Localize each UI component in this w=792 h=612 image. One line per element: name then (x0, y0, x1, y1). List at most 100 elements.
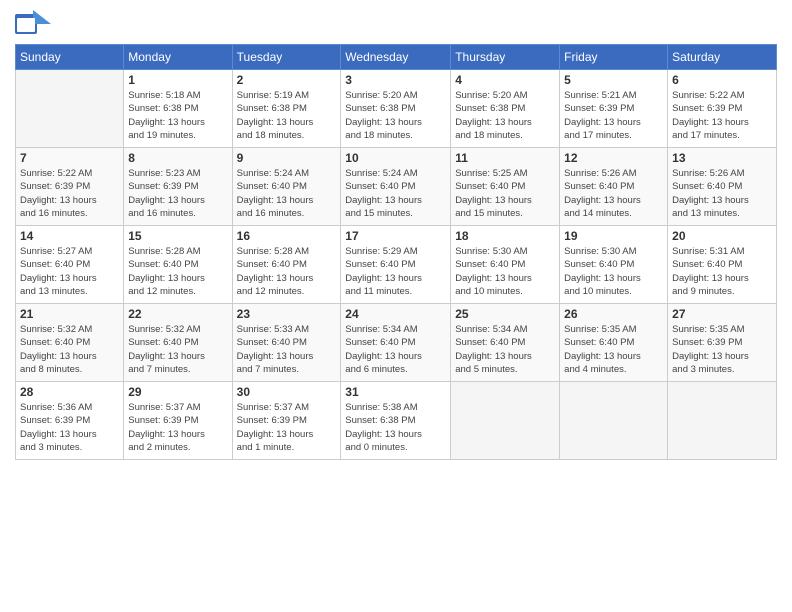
day-number: 15 (128, 229, 227, 243)
day-info: Sunrise: 5:33 AM Sunset: 6:40 PM Dayligh… (237, 323, 337, 376)
day-info: Sunrise: 5:20 AM Sunset: 6:38 PM Dayligh… (455, 89, 555, 142)
weekday-header: Sunday (16, 45, 124, 70)
logo (15, 10, 53, 38)
weekday-header-row: SundayMondayTuesdayWednesdayThursdayFrid… (16, 45, 777, 70)
weekday-header: Saturday (668, 45, 777, 70)
calendar-cell: 19Sunrise: 5:30 AM Sunset: 6:40 PM Dayli… (560, 226, 668, 304)
calendar-cell: 7Sunrise: 5:22 AM Sunset: 6:39 PM Daylig… (16, 148, 124, 226)
calendar-cell: 16 Sunrise: 5:28 AM Sunset: 6:40 PM Dayli… (232, 226, 341, 304)
day-number: 28 (20, 385, 119, 399)
calendar-cell (451, 382, 560, 460)
day-number: 12 (564, 151, 663, 165)
calendar-week-row: 28 Sunrise: 5:36 AM Sunset: 6:39 PM Dayli… (16, 382, 777, 460)
day-number: 5 (564, 73, 663, 87)
calendar-cell: 3 Sunrise: 5:20 AM Sunset: 6:38 PM Daylig… (341, 70, 451, 148)
calendar-cell: 10Sunrise: 5:24 AM Sunset: 6:40 PM Dayli… (341, 148, 451, 226)
day-info: Sunrise: 5:31 AM Sunset: 6:40 PM Dayligh… (672, 245, 772, 298)
calendar-cell: 28 Sunrise: 5:36 AM Sunset: 6:39 PM Dayli… (16, 382, 124, 460)
day-number: 14 (20, 229, 119, 243)
day-info: Sunrise: 5:36 AM Sunset: 6:39 PM Dayligh… (20, 401, 119, 454)
day-info: Sunrise: 5:22 AM Sunset: 6:39 PM Dayligh… (672, 89, 772, 142)
day-number: 24 (345, 307, 446, 321)
day-number: 29 (128, 385, 227, 399)
day-info: Sunrise: 5:32 AM Sunset: 6:40 PM Dayligh… (128, 323, 227, 376)
day-info: Sunrise: 5:19 AM Sunset: 6:38 PM Dayligh… (237, 89, 337, 142)
calendar-cell: 2 Sunrise: 5:19 AM Sunset: 6:38 PM Daylig… (232, 70, 341, 148)
day-info: Sunrise: 5:38 AM Sunset: 6:38 PM Dayligh… (345, 401, 446, 454)
day-number: 26 (564, 307, 663, 321)
day-number: 11 (455, 151, 555, 165)
weekday-header: Monday (124, 45, 232, 70)
day-info: Sunrise: 5:27 AM Sunset: 6:40 PM Dayligh… (20, 245, 119, 298)
calendar-cell (16, 70, 124, 148)
day-number: 27 (672, 307, 772, 321)
calendar-cell: 4 Sunrise: 5:20 AM Sunset: 6:38 PM Daylig… (451, 70, 560, 148)
day-number: 9 (237, 151, 337, 165)
day-info: Sunrise: 5:35 AM Sunset: 6:40 PM Dayligh… (564, 323, 663, 376)
day-info: Sunrise: 5:24 AM Sunset: 6:40 PM Dayligh… (237, 167, 337, 220)
calendar-cell: 27 Sunrise: 5:35 AM Sunset: 6:39 PM Dayli… (668, 304, 777, 382)
day-number: 1 (128, 73, 227, 87)
calendar-cell: 14 Sunrise: 5:27 AM Sunset: 6:40 PM Dayli… (16, 226, 124, 304)
calendar-cell: 29 Sunrise: 5:37 AM Sunset: 6:39 PM Dayli… (124, 382, 232, 460)
calendar-cell: 25Sunrise: 5:34 AM Sunset: 6:40 PM Dayli… (451, 304, 560, 382)
day-number: 31 (345, 385, 446, 399)
day-info: Sunrise: 5:32 AM Sunset: 6:40 PM Dayligh… (20, 323, 119, 376)
day-number: 3 (345, 73, 446, 87)
day-info: Sunrise: 5:21 AM Sunset: 6:39 PM Dayligh… (564, 89, 663, 142)
day-info: Sunrise: 5:22 AM Sunset: 6:39 PM Dayligh… (20, 167, 119, 220)
day-number: 21 (20, 307, 119, 321)
calendar-cell: 31 Sunrise: 5:38 AM Sunset: 6:38 PM Dayli… (341, 382, 451, 460)
page-container: SundayMondayTuesdayWednesdayThursdayFrid… (0, 0, 792, 470)
calendar-cell: 20 Sunrise: 5:31 AM Sunset: 6:40 PM Dayli… (668, 226, 777, 304)
calendar-cell: 8 Sunrise: 5:23 AM Sunset: 6:39 PM Daylig… (124, 148, 232, 226)
day-info: Sunrise: 5:30 AM Sunset: 6:40 PM Dayligh… (455, 245, 555, 298)
day-number: 4 (455, 73, 555, 87)
weekday-header: Wednesday (341, 45, 451, 70)
day-info: Sunrise: 5:26 AM Sunset: 6:40 PM Dayligh… (672, 167, 772, 220)
calendar-cell: 18Sunrise: 5:30 AM Sunset: 6:40 PM Dayli… (451, 226, 560, 304)
calendar-cell: 24 Sunrise: 5:34 AM Sunset: 6:40 PM Dayli… (341, 304, 451, 382)
weekday-header: Tuesday (232, 45, 341, 70)
day-number: 25 (455, 307, 555, 321)
calendar-cell (560, 382, 668, 460)
day-info: Sunrise: 5:23 AM Sunset: 6:39 PM Dayligh… (128, 167, 227, 220)
day-info: Sunrise: 5:26 AM Sunset: 6:40 PM Dayligh… (564, 167, 663, 220)
calendar-week-row: 21 Sunrise: 5:32 AM Sunset: 6:40 PM Dayli… (16, 304, 777, 382)
day-number: 6 (672, 73, 772, 87)
day-info: Sunrise: 5:37 AM Sunset: 6:39 PM Dayligh… (128, 401, 227, 454)
calendar-cell: 23 Sunrise: 5:33 AM Sunset: 6:40 PM Dayli… (232, 304, 341, 382)
calendar-cell: 6 Sunrise: 5:22 AM Sunset: 6:39 PM Daylig… (668, 70, 777, 148)
calendar-cell: 21 Sunrise: 5:32 AM Sunset: 6:40 PM Dayli… (16, 304, 124, 382)
header-row (15, 10, 777, 38)
day-number: 16 (237, 229, 337, 243)
day-number: 2 (237, 73, 337, 87)
day-info: Sunrise: 5:28 AM Sunset: 6:40 PM Dayligh… (237, 245, 337, 298)
calendar-week-row: 7Sunrise: 5:22 AM Sunset: 6:39 PM Daylig… (16, 148, 777, 226)
calendar-cell: 1 Sunrise: 5:18 AM Sunset: 6:38 PM Daylig… (124, 70, 232, 148)
calendar-cell: 30 Sunrise: 5:37 AM Sunset: 6:39 PM Dayli… (232, 382, 341, 460)
day-number: 23 (237, 307, 337, 321)
day-number: 8 (128, 151, 227, 165)
day-info: Sunrise: 5:34 AM Sunset: 6:40 PM Dayligh… (345, 323, 446, 376)
day-info: Sunrise: 5:25 AM Sunset: 6:40 PM Dayligh… (455, 167, 555, 220)
calendar-cell: 22Sunrise: 5:32 AM Sunset: 6:40 PM Dayli… (124, 304, 232, 382)
calendar-cell: 5 Sunrise: 5:21 AM Sunset: 6:39 PM Daylig… (560, 70, 668, 148)
day-info: Sunrise: 5:35 AM Sunset: 6:39 PM Dayligh… (672, 323, 772, 376)
calendar-cell: 26 Sunrise: 5:35 AM Sunset: 6:40 PM Dayli… (560, 304, 668, 382)
day-number: 13 (672, 151, 772, 165)
day-info: Sunrise: 5:18 AM Sunset: 6:38 PM Dayligh… (128, 89, 227, 142)
calendar-week-row: 1 Sunrise: 5:18 AM Sunset: 6:38 PM Daylig… (16, 70, 777, 148)
calendar-cell: 17Sunrise: 5:29 AM Sunset: 6:40 PM Dayli… (341, 226, 451, 304)
weekday-header: Thursday (451, 45, 560, 70)
calendar-cell: 11 Sunrise: 5:25 AM Sunset: 6:40 PM Dayli… (451, 148, 560, 226)
day-number: 10 (345, 151, 446, 165)
calendar-cell (668, 382, 777, 460)
day-number: 30 (237, 385, 337, 399)
logo-icon (15, 10, 51, 38)
day-number: 20 (672, 229, 772, 243)
calendar-week-row: 14 Sunrise: 5:27 AM Sunset: 6:40 PM Dayli… (16, 226, 777, 304)
calendar-cell: 15Sunrise: 5:28 AM Sunset: 6:40 PM Dayli… (124, 226, 232, 304)
day-info: Sunrise: 5:20 AM Sunset: 6:38 PM Dayligh… (345, 89, 446, 142)
day-info: Sunrise: 5:37 AM Sunset: 6:39 PM Dayligh… (237, 401, 337, 454)
